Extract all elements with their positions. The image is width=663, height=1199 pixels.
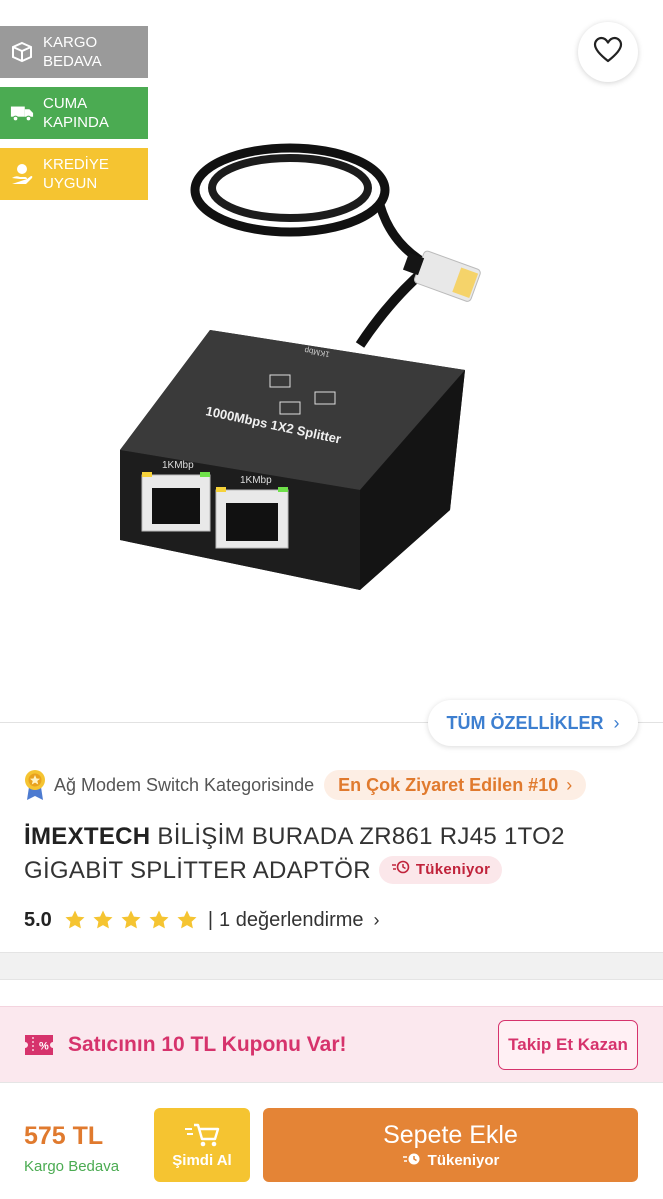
low-stock-badge: Tükeniyor bbox=[378, 853, 503, 887]
add-to-cart-sub-label: Tükeniyor bbox=[427, 1152, 500, 1169]
free-shipping-badge: KARGO BEDAVA bbox=[0, 26, 148, 78]
favorite-button[interactable] bbox=[578, 22, 638, 82]
all-specs-label: TÜM ÖZELLİKLER bbox=[446, 712, 604, 733]
chevron-right-icon: › bbox=[613, 712, 620, 733]
star-icon bbox=[65, 910, 85, 929]
rating-separator: | bbox=[207, 908, 214, 931]
rank-pill-label: En Çok Ziyaret Edilen #10 bbox=[338, 774, 559, 795]
chevron-right-icon: › bbox=[373, 909, 380, 930]
product-image[interactable]: 1000Mbps 1X2 Splitter 1KMbp 1KMbp 1KMbp bbox=[90, 130, 550, 600]
product-gallery[interactable]: KARGO BEDAVA CUMA KAPINDA KREDİYE UYGUN bbox=[0, 0, 663, 722]
buy-now-label: Şimdi Al bbox=[172, 1151, 232, 1169]
medal-icon bbox=[25, 770, 45, 800]
section-separator bbox=[0, 952, 663, 980]
buy-now-button[interactable]: Şimdi Al bbox=[154, 1108, 250, 1182]
add-to-cart-stock-note: Tükeniyor bbox=[402, 1152, 500, 1170]
review-count-link[interactable]: 1 değerlendirme bbox=[219, 909, 364, 932]
star-icon bbox=[93, 910, 113, 929]
truck-icon bbox=[10, 101, 34, 125]
chevron-right-icon: › bbox=[566, 774, 573, 795]
port-label-1: 1KMbp bbox=[162, 460, 194, 471]
rank-category-text: Ağ Modem Switch Kategorisinde bbox=[54, 774, 315, 795]
most-visited-rank-pill[interactable]: En Çok Ziyaret Edilen #10 › bbox=[324, 770, 587, 800]
free-shipping-text: Kargo Bedava bbox=[24, 1158, 120, 1175]
svg-text:%: % bbox=[39, 1040, 49, 1052]
product-price: 575 TL bbox=[24, 1122, 104, 1150]
all-specs-button[interactable]: TÜM ÖZELLİKLER › bbox=[428, 700, 638, 746]
add-to-cart-label: Sepete Ekle bbox=[383, 1120, 518, 1149]
add-to-cart-button[interactable]: Sepete Ekle Tükeniyor bbox=[263, 1108, 638, 1182]
fast-cart-icon bbox=[185, 1123, 220, 1146]
port-label-2: 1KMbp bbox=[240, 475, 272, 486]
product-title: İMEXTECH BİLİŞİM BURADA ZR861 RJ45 1TO2 … bbox=[24, 820, 644, 888]
star-icon bbox=[149, 910, 169, 929]
product-brand[interactable]: İMEXTECH bbox=[24, 823, 150, 850]
rating-stars bbox=[64, 909, 198, 931]
clock-fast-icon bbox=[402, 1152, 422, 1170]
star-icon bbox=[177, 910, 197, 929]
coupon-icon: % bbox=[25, 1034, 53, 1055]
credit-hand-icon bbox=[10, 162, 34, 186]
coupon-text: Satıcının 10 TL Kuponu Var! bbox=[68, 1032, 347, 1056]
box-icon bbox=[10, 40, 34, 64]
low-stock-label: Tükeniyor bbox=[415, 860, 491, 878]
rating-row[interactable]: 5.0 | 1 değerlendirme › bbox=[24, 905, 380, 935]
badge-label: KARGO BEDAVA bbox=[43, 34, 102, 70]
category-rank-row: Ağ Modem Switch Kategorisinde En Çok Ziy… bbox=[24, 768, 587, 802]
heart-icon bbox=[593, 36, 623, 69]
follow-and-earn-button[interactable]: Takip Et Kazan bbox=[498, 1020, 638, 1070]
rating-score: 5.0 bbox=[24, 908, 52, 931]
seller-coupon-banner[interactable]: % Satıcının 10 TL Kuponu Var! Takip Et K… bbox=[0, 1006, 663, 1082]
clock-fast-icon bbox=[391, 853, 411, 887]
star-icon bbox=[121, 910, 141, 929]
bottom-bar-divider bbox=[0, 1082, 663, 1083]
badge-label: CUMA KAPINDA bbox=[43, 95, 109, 131]
